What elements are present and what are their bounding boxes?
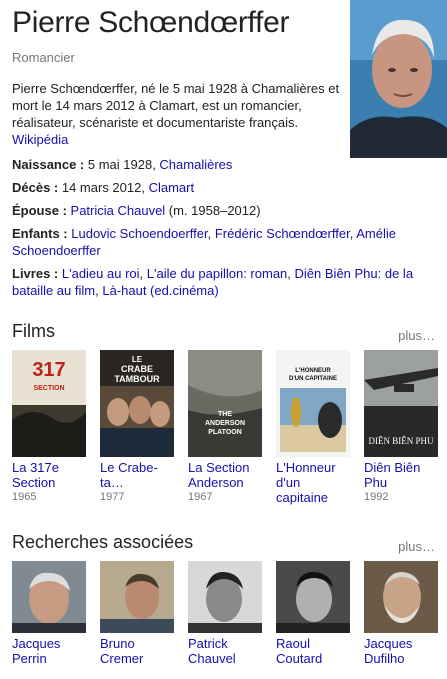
film-poster[interactable]: THE ANDERSON PLATOON	[188, 350, 262, 457]
fact-value: 14 mars 2012,	[58, 180, 149, 195]
person-name[interactable]: Patrick Chauvel	[188, 636, 262, 666]
person-name[interactable]: Jacques Dufilho	[364, 636, 438, 666]
poster-title: L'HONNEUR	[295, 368, 331, 374]
film-title[interactable]: La Section Anderson	[188, 460, 262, 490]
poster-title: TAMBOUR	[114, 374, 160, 384]
film-year: 1967	[188, 491, 213, 503]
film-title[interactable]: La 317e Section	[12, 460, 86, 490]
film-poster[interactable]: 317 SECTION	[12, 350, 86, 457]
poster-title: CRABE	[121, 364, 153, 374]
films-heading: Films	[12, 321, 55, 341]
films-more-link[interactable]: plus…	[398, 328, 435, 343]
book-link[interactable]: L'aile du papillon: roman	[147, 266, 288, 281]
film-card[interactable]: L'HONNEUR D'UN CAPITAINE L'Honneur d'un …	[276, 350, 350, 506]
film-poster[interactable]: L'HONNEUR D'UN CAPITAINE	[276, 350, 350, 457]
wikipedia-link[interactable]: Wikipédia	[12, 132, 68, 147]
film-poster[interactable]: DIÊN BIÊN PHU	[364, 350, 438, 457]
related-card[interactable]: Jacques Dufilho	[364, 561, 438, 666]
poster-title: 317	[32, 359, 65, 381]
poster-title: D'UN CAPITAINE	[289, 376, 337, 382]
related-card[interactable]: Bruno Cremer	[100, 561, 174, 666]
description-text: Pierre Schœndœrffer, né le 5 mai 1928 à …	[12, 81, 340, 130]
person-name[interactable]: Jacques Perrin	[12, 636, 86, 666]
poster-title: DIÊN BIÊN PHU	[369, 436, 434, 446]
person-photo[interactable]	[276, 561, 350, 633]
film-poster[interactable]: LE CRABE TAMBOUR	[100, 350, 174, 457]
related-more-link[interactable]: plus…	[398, 539, 435, 554]
fact-value: (m. 1958–2012)	[165, 203, 261, 218]
poster-title: ANDERSON	[205, 420, 245, 427]
film-title[interactable]: Le Crabe-ta…	[100, 460, 174, 490]
book-link[interactable]: L'adieu au roi	[62, 266, 140, 281]
child-link[interactable]: Ludovic Schoendoerffer	[71, 226, 207, 241]
poster-title: PLATOON	[208, 429, 242, 436]
page-subtitle: Romancier	[12, 50, 75, 65]
film-title[interactable]: L'Honneur d'un capitaine	[276, 460, 350, 505]
fact-epouse: Épouse : Patricia Chauvel (m. 1958–2012)	[12, 202, 437, 219]
film-year: 1977	[100, 491, 125, 503]
film-title[interactable]: Diên Biên Phu	[364, 460, 438, 490]
person-photo[interactable]	[364, 561, 438, 633]
fact-label: Décès :	[12, 180, 59, 195]
film-card[interactable]: DIÊN BIÊN PHU Diên Biên Phu 1992	[364, 350, 438, 503]
film-card[interactable]: THE ANDERSON PLATOON La Section Anderson…	[188, 350, 262, 503]
spouse-link[interactable]: Patricia Chauvel	[71, 203, 166, 218]
fact-livres: Livres : L'adieu au roi, L'aile du papil…	[12, 266, 414, 298]
child-link[interactable]: Frédéric Schœndœrffer	[215, 226, 350, 241]
person-photo[interactable]	[188, 561, 262, 633]
film-card[interactable]: 317 SECTION La 317e Section 1965	[12, 350, 86, 503]
fact-label: Épouse :	[12, 203, 67, 218]
related-card[interactable]: Patrick Chauvel	[188, 561, 262, 666]
film-year: 1965	[12, 491, 37, 503]
person-name[interactable]: Bruno Cremer	[100, 636, 174, 666]
related-heading: Recherches associées	[12, 532, 194, 552]
person-photo[interactable]	[12, 561, 86, 633]
clamart-link[interactable]: Clamart	[149, 180, 195, 195]
fact-deces: Décès : 14 mars 2012, Clamart	[12, 179, 437, 196]
description: Pierre Schœndœrffer, né le 5 mai 1928 à …	[12, 80, 342, 148]
chamalieres-link[interactable]: Chamalières	[159, 157, 232, 172]
fact-naissance: Naissance : 5 mai 1928, Chamalières	[12, 156, 437, 173]
page-title: Pierre Schœndœrffer	[12, 6, 290, 39]
film-card[interactable]: LE CRABE TAMBOUR Le Crabe-ta… 1977	[100, 350, 174, 503]
fact-label: Naissance :	[12, 157, 85, 172]
related-card[interactable]: Raoul Coutard	[276, 561, 350, 666]
person-photo[interactable]	[100, 561, 174, 633]
fact-label: Livres :	[12, 266, 59, 281]
facts-list: Naissance : 5 mai 1928, Chamalières Décè…	[12, 156, 437, 305]
fact-value: 5 mai 1928,	[84, 157, 160, 172]
fact-label: Enfants :	[12, 226, 68, 241]
poster-title: LE	[132, 355, 143, 364]
related-card[interactable]: Jacques Perrin	[12, 561, 86, 666]
fact-enfants: Enfants : Ludovic Schoendoerffer, Frédér…	[12, 226, 396, 258]
poster-subtitle: SECTION	[33, 385, 64, 392]
film-year: 1992	[364, 491, 389, 503]
person-name[interactable]: Raoul Coutard	[276, 636, 350, 666]
poster-title: THE	[218, 411, 232, 418]
book-link[interactable]: Là-haut (ed.cinéma)	[102, 283, 218, 298]
portrait-image[interactable]	[350, 0, 447, 158]
